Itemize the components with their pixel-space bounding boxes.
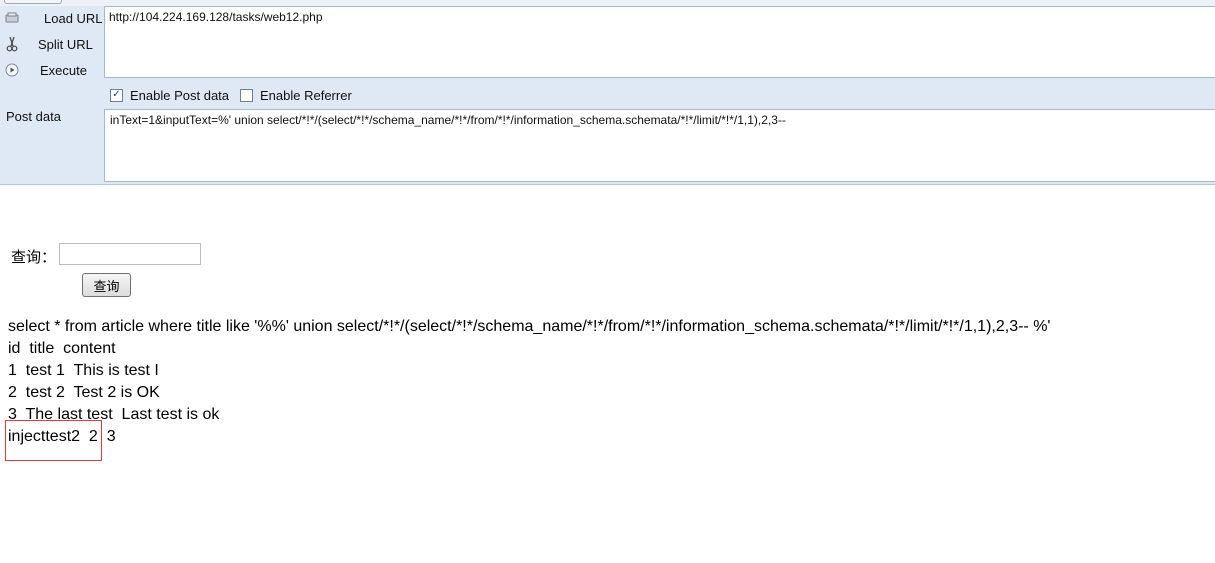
hackbar-panel: Load URL Split URL Execute http://104.22… <box>0 0 1215 185</box>
enable-referrer-checkbox[interactable] <box>240 88 253 102</box>
url-textarea[interactable]: http://104.224.169.128/tasks/web12.php <box>104 6 1215 78</box>
execute-label: Execute <box>40 62 87 78</box>
split-url-button[interactable]: Split URL <box>4 34 93 54</box>
top-button-stub[interactable] <box>4 0 62 4</box>
load-url-button[interactable]: Load URL <box>4 8 103 28</box>
enable-referrer-toggle[interactable]: Enable Referrer <box>240 86 352 104</box>
enable-referrer-label: Enable Referrer <box>260 87 352 103</box>
load-url-label: Load URL <box>44 10 103 26</box>
query-label: 查询： <box>11 249 57 266</box>
play-icon <box>4 62 20 78</box>
load-url-icon <box>4 10 20 26</box>
enable-post-label: Enable Post data <box>130 87 230 103</box>
query-input[interactable] <box>59 243 201 265</box>
scissors-icon <box>4 36 20 52</box>
split-url-label: Split URL <box>38 36 93 52</box>
result-header: id title content <box>8 340 116 357</box>
result-row: 2 test 2 Test 2 is OK <box>8 384 160 401</box>
execute-button[interactable]: Execute <box>4 60 87 80</box>
post-data-label: Post data <box>6 109 61 124</box>
query-button[interactable]: 查询 <box>82 273 131 297</box>
highlight-box <box>5 420 102 461</box>
enable-post-checkbox[interactable]: ✓ <box>110 88 123 102</box>
post-data-textarea[interactable]: inText=1&inputText=%' union select/*!*/(… <box>104 109 1215 182</box>
result-row: 1 test 1 This is test I <box>8 362 159 379</box>
enable-post-toggle[interactable]: ✓ Enable Post data <box>110 86 229 104</box>
sql-statement: select * from article where title like '… <box>8 318 1051 335</box>
